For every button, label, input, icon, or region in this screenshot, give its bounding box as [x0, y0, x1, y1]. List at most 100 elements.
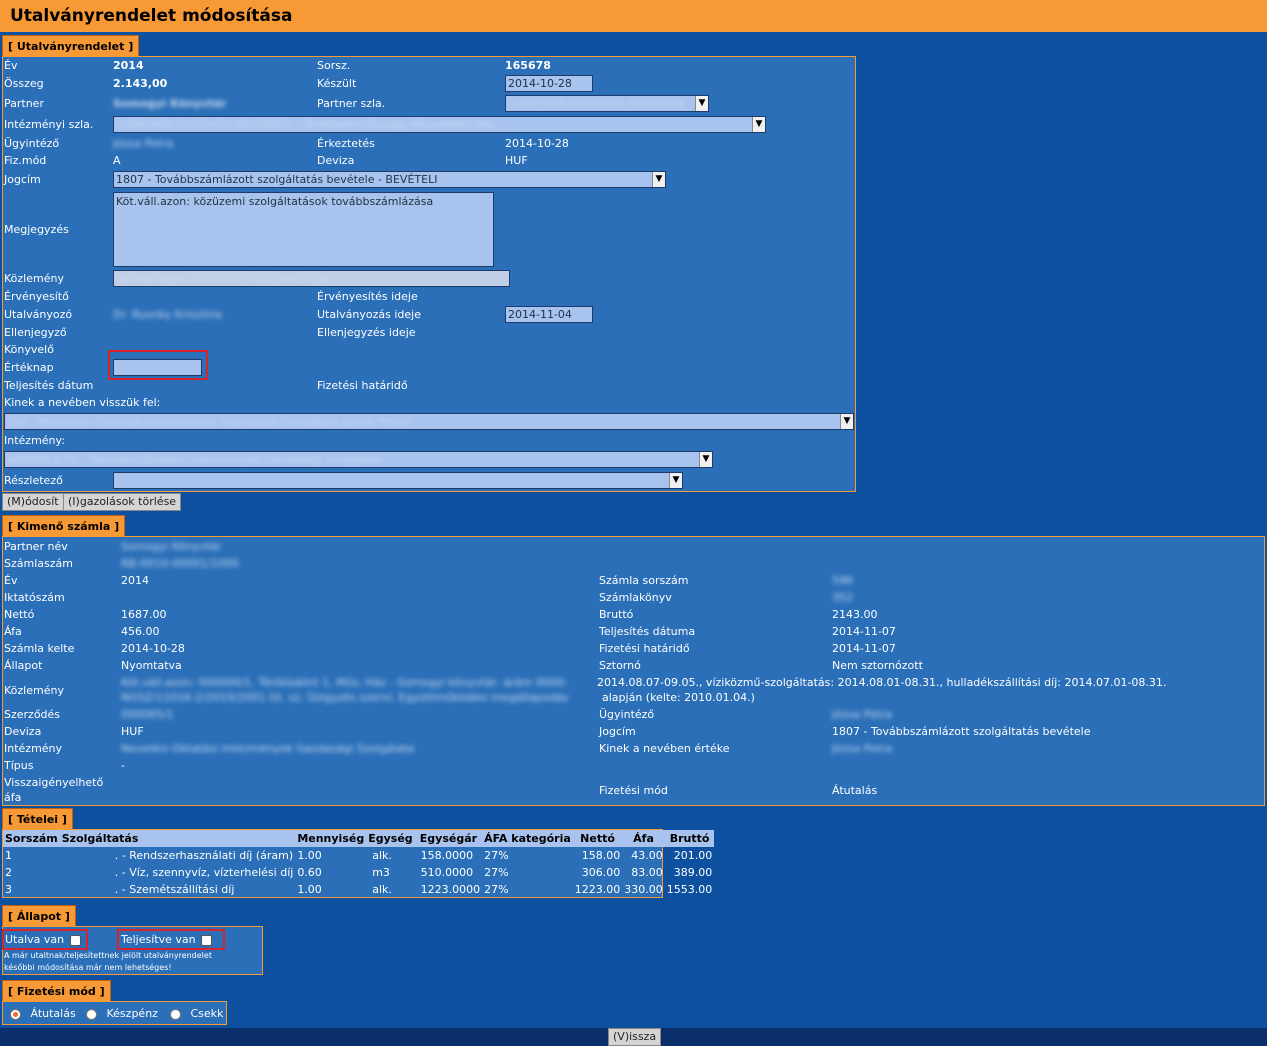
sztorno-label: Sztornó	[599, 659, 641, 672]
radio-atutalas-label: Átutalás	[30, 1007, 76, 1020]
fizetesi-hatarido2-label: Fizetési határidő	[599, 642, 690, 655]
intezmenyi-szla-select[interactable]: 12067008-01155451-00100007 - Törökbálint…	[113, 116, 766, 133]
cell-afa-kategoria: 27%	[484, 866, 509, 879]
ugyintezo-value: Józsa Petra	[113, 137, 174, 150]
deviza2-label: Deviza	[4, 725, 42, 738]
tab-allapot: [ Állapot ]	[2, 905, 76, 927]
sorsz-value: 165678	[505, 59, 551, 72]
sztorno-value: Nem sztornózott	[832, 659, 923, 672]
cell-sorszam: 1	[5, 849, 12, 862]
page-title: Utalványrendelet módosítása	[0, 0, 1267, 32]
szamlakonyv-value: 352	[832, 591, 853, 604]
partner-label: Partner	[4, 97, 44, 110]
szamla-sorszam-label: Számla sorszám	[599, 574, 689, 587]
intezmeny-select[interactable]: A00000-0-00 - Nevelési-Oktatási Intézmén…	[4, 451, 713, 468]
deviza2-value: HUF	[121, 725, 144, 738]
teljesites-datuma-value: 2014-11-07	[832, 625, 896, 638]
chevron-down-icon: ▼	[695, 96, 708, 111]
reszletezo-select[interactable]: ▼	[113, 472, 683, 489]
col-sorszam: Sorszám	[3, 830, 60, 847]
col-egyseg: Egység	[366, 830, 415, 847]
ugyintezo2-value: Józsa Petra	[832, 708, 893, 721]
intezmeny-value: A00000-0-00 - Nevelési-Oktatási Intézmén…	[7, 453, 383, 466]
jogcim-label: Jogcím	[4, 173, 41, 186]
chevron-down-icon: ▼	[840, 414, 853, 429]
chevron-down-icon: ▼	[699, 452, 712, 467]
teljesitve-label: Teljesítve van	[121, 933, 213, 946]
ev-value: 2014	[113, 59, 144, 72]
erteknap-input[interactable]	[113, 359, 202, 376]
utalvanyozas-ideje-label: Utalványozás ideje	[317, 308, 421, 321]
cell-egyseg: m3	[372, 866, 390, 879]
keszult-label: Készült	[317, 77, 357, 90]
igazolasok-torlese-button[interactable]: (I)gazolások törlése	[63, 493, 182, 511]
kozlemeny2-line1: 2014.08.07-09.05., víziközmű-szolgáltatá…	[597, 676, 1167, 689]
cell-afa: 43.00	[631, 849, 663, 862]
allapot-value: Nyomtatva	[121, 659, 182, 672]
cell-brutto: 201.00	[673, 849, 713, 862]
szamla-sorszam-value: 596	[832, 574, 853, 587]
radio-atutalas-control[interactable]	[10, 1008, 21, 1020]
megjegyzes-textarea[interactable]: Köt.váll.azon: közüzemi szolgáltatások t…	[113, 192, 494, 267]
radio-keszpenz[interactable]: Készpénz	[86, 1007, 158, 1020]
utalvanyozo-label: Utalványozó	[4, 308, 73, 321]
intezmenyi-szla-label: Intézményi szla.	[4, 118, 94, 131]
col-mennyiseg: Mennyiség	[295, 830, 367, 847]
visszaig-label-2: áfa	[4, 791, 22, 804]
fizmod-value: A	[113, 154, 121, 167]
radio-atutalas[interactable]: Átutalás	[10, 1007, 76, 1020]
radio-csekk[interactable]: Csekk	[170, 1007, 223, 1020]
jogcim-select[interactable]: 1807 - Továbbszámlázott szolgáltatás bev…	[113, 171, 666, 188]
radio-keszpenz-label: Készpénz	[106, 1007, 158, 1020]
szerzodes-value: 000065/1	[121, 708, 174, 721]
keszult-input[interactable]: 2014-10-28	[505, 75, 593, 92]
radio-csekk-control[interactable]	[170, 1008, 181, 1020]
kozlemeny-input[interactable]: Köt.váll.azon: 000000/1 közüzemi díjak	[113, 270, 510, 287]
col-szolgaltatas: Szolgáltatás	[59, 830, 296, 847]
tetelei-panel: Sorszám Szolgáltatás Mennyiség Egység Eg…	[2, 829, 715, 898]
jogcim2-value: 1807 - Továbbszámlázott szolgáltatás bev…	[832, 725, 1091, 738]
radio-keszpenz-control[interactable]	[86, 1008, 97, 1020]
fizetesi-hatarido2-value: 2014-11-07	[832, 642, 896, 655]
megjegyzes-label: Megjegyzés	[4, 223, 69, 236]
utalva-checkbox[interactable]	[69, 934, 81, 946]
ev-label: Év	[4, 59, 18, 72]
cell-sorszam: 3	[5, 883, 12, 896]
sorsz-label: Sorsz.	[317, 59, 351, 72]
allapot-note-2: későbbi módosítása már nem lehetséges!	[4, 963, 172, 972]
cell-mennyiseg: 1.00	[297, 883, 322, 896]
utalva-label: Utalva van	[5, 933, 81, 946]
afa-value: 456.00	[121, 625, 160, 638]
utalvanyozas-ideje-input[interactable]: 2014-11-04	[505, 306, 593, 323]
kozlemeny2-blur1: Köt.váll.azon: 000000/1, Törökbálint 1. …	[121, 676, 568, 689]
partner-szla-label: Partner szla.	[317, 97, 386, 110]
intezmeny2-label: Intézmény	[4, 742, 63, 755]
afa-label: Áfa	[4, 625, 22, 638]
cell-szolgaltatas: . - Víz, szennyvíz, vízterhelési díj	[114, 866, 294, 879]
tab-tetelei: [ Tételei ]	[2, 808, 73, 830]
netto-label: Nettó	[4, 608, 35, 621]
cell-netto: 1223.00	[574, 883, 621, 896]
tab-fizetesi-mod: [ Fizetési mód ]	[2, 980, 111, 1002]
cell-afa-kategoria: 27%	[484, 883, 509, 896]
chevron-down-icon: ▼	[752, 117, 765, 132]
iktatoszam-label: Iktatószám	[4, 591, 65, 604]
szamla-kelte-value: 2014-10-28	[121, 642, 185, 655]
table-row: 3 . - Szemétszállítási díj 1.00 alk. 122…	[3, 881, 714, 898]
cell-brutto: 1553.00	[666, 883, 713, 896]
col-afa: Áfa	[622, 830, 665, 847]
modosit-button[interactable]: (M)ódosít	[2, 493, 64, 511]
cell-egysegar: 158.0000	[420, 849, 474, 862]
kozlemeny-label: Közlemény	[4, 272, 64, 285]
kinek-value: 352 - Neveléssi-Oktatási Intézmények Gaz…	[7, 415, 411, 428]
partner-szla-select[interactable]: 12067008-00103050-00100008 ▼	[505, 95, 709, 112]
cell-mennyiseg: 1.00	[297, 849, 322, 862]
tipus-value: -	[121, 759, 125, 772]
kinek-select[interactable]: 352 - Neveléssi-Oktatási Intézmények Gaz…	[4, 413, 854, 430]
teljesitve-checkbox[interactable]	[201, 934, 213, 946]
teljesites-datuma-label: Teljesítés dátuma	[599, 625, 696, 638]
partner-szla-value: 12067008-00103050-00100008	[508, 97, 684, 110]
vissza-button[interactable]: (V)issza	[608, 1028, 662, 1046]
erteknap-label: Értéknap	[4, 361, 54, 374]
cell-szolgaltatas: . - Szemétszállítási díj	[114, 883, 235, 896]
